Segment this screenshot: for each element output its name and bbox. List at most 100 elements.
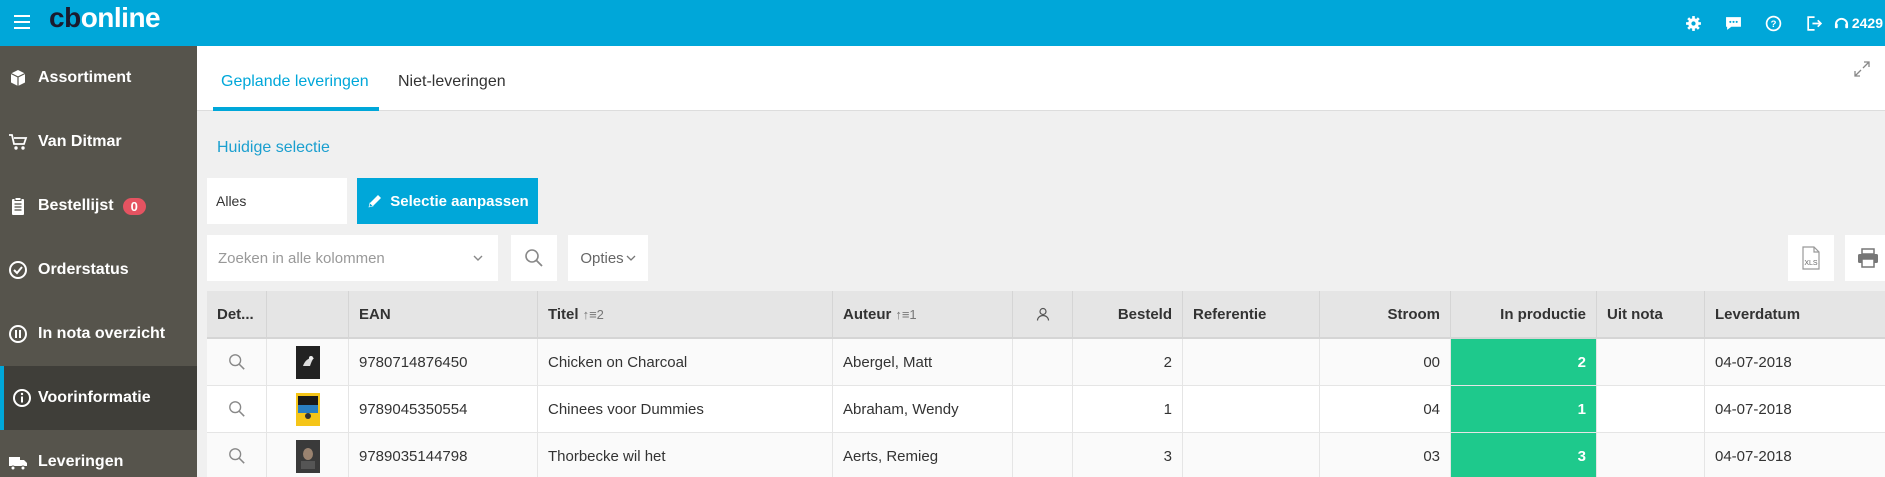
- column-header-details[interactable]: Det...: [207, 291, 267, 337]
- cart-icon: [8, 132, 28, 152]
- order-count-badge: 0: [122, 197, 146, 215]
- sidebar-item-label: Leveringen: [38, 453, 124, 470]
- column-header-cover: [267, 291, 349, 337]
- column-header-titel[interactable]: Titel ↑≡2: [538, 291, 833, 337]
- pause-circle-icon: [8, 324, 28, 344]
- print-button[interactable]: [1845, 235, 1885, 281]
- search-placeholder: Zoeken in alle kolommen: [218, 249, 385, 267]
- headset-icon: [1834, 17, 1848, 28]
- book-cover[interactable]: [295, 392, 320, 426]
- sidebar-item-label: Voorinformatie: [38, 389, 151, 406]
- edit-selection-label: Selectie aanpassen: [390, 192, 529, 210]
- tab-niet-leveringen[interactable]: Niet-leveringen: [398, 73, 506, 91]
- uit-nota-cell: [1597, 339, 1705, 385]
- sidebar-item-van-ditmar[interactable]: Van Ditmar: [0, 110, 197, 174]
- column-header-uit-nota[interactable]: Uit nota: [1597, 291, 1705, 337]
- details-cell[interactable]: [207, 386, 267, 432]
- column-label: Leverdatum: [1715, 305, 1801, 323]
- column-label: EAN: [359, 305, 391, 323]
- column-label: Besteld: [1117, 305, 1172, 323]
- person-icon: [1036, 307, 1049, 321]
- search-input[interactable]: Zoeken in alle kolommen: [207, 235, 498, 281]
- sidebar-item-bestellijst[interactable]: Bestellijst 0: [0, 174, 197, 238]
- chat-icon[interactable]: [1714, 0, 1754, 46]
- column-label: Uit nota: [1607, 305, 1663, 323]
- column-header-referentie[interactable]: Referentie: [1183, 291, 1320, 337]
- stroom-cell: 03: [1320, 433, 1451, 477]
- chevron-down-icon[interactable]: [472, 252, 484, 264]
- column-header-besteld[interactable]: Besteld: [1073, 291, 1183, 337]
- magnifier-icon[interactable]: [228, 400, 246, 418]
- export-xls-button[interactable]: XLS: [1788, 235, 1834, 281]
- referentie-cell: [1183, 386, 1320, 432]
- help-icon[interactable]: ?: [1754, 0, 1794, 46]
- column-label: Stroom: [1387, 305, 1441, 323]
- column-header-ean[interactable]: EAN: [349, 291, 538, 337]
- book-cover[interactable]: [295, 439, 320, 473]
- besteld-cell: 1: [1073, 386, 1183, 432]
- person-cell: [1013, 339, 1073, 385]
- table-body: 9780714876450 Chicken on Charcoal Aberge…: [207, 339, 1885, 477]
- uit-nota-cell: [1597, 386, 1705, 432]
- box-icon: [8, 68, 28, 88]
- table-row[interactable]: 9789045350554 Chinees voor Dummies Abrah…: [207, 386, 1885, 433]
- app-logo[interactable]: cbonline: [49, 2, 161, 34]
- logo-prefix: cb: [49, 2, 81, 33]
- magnifier-icon[interactable]: [228, 353, 246, 371]
- auteur-cell: Aerts, Remieg: [833, 433, 1013, 477]
- referentie-cell: [1183, 433, 1320, 477]
- ean-cell: 9789035144798: [349, 433, 538, 477]
- column-label: In productie: [1500, 305, 1586, 323]
- details-cell[interactable]: [207, 339, 267, 385]
- table-row[interactable]: 9789035144798 Thorbecke wil het Aerts, R…: [207, 433, 1885, 477]
- menu-icon[interactable]: [14, 15, 30, 29]
- cover-cell: [267, 386, 349, 432]
- referentie-cell: [1183, 339, 1320, 385]
- edit-selection-button[interactable]: Selectie aanpassen: [357, 178, 538, 224]
- logo-suffix: online: [80, 2, 161, 33]
- column-header-stroom[interactable]: Stroom: [1320, 291, 1451, 337]
- selection-value: Alles: [207, 178, 347, 224]
- sidebar-item-assortiment[interactable]: Assortiment: [0, 46, 197, 110]
- pencil-icon: [368, 195, 382, 208]
- tab-geplande-leveringen[interactable]: Geplande leveringen: [221, 73, 369, 91]
- column-header-auteur[interactable]: Auteur ↑≡1: [833, 291, 1013, 337]
- xls-file-icon: XLS: [1802, 246, 1820, 270]
- besteld-cell: 2: [1073, 339, 1183, 385]
- magnifier-icon[interactable]: [228, 447, 246, 465]
- sidebar: Assortiment Van Ditmar Bestellijst 0 Ord…: [0, 46, 197, 477]
- details-cell[interactable]: [207, 433, 267, 477]
- sidebar-item-orderstatus[interactable]: Orderstatus: [0, 238, 197, 302]
- expand-icon[interactable]: [1853, 60, 1871, 78]
- sidebar-item-in-nota-overzicht[interactable]: In nota overzicht: [0, 302, 197, 366]
- sidebar-item-voorinformatie[interactable]: Voorinformatie: [0, 366, 197, 430]
- stroom-cell: 00: [1320, 339, 1451, 385]
- sidebar-item-label: Assortiment: [38, 69, 132, 86]
- book-cover[interactable]: [295, 345, 320, 379]
- top-icons: ? 2429: [1674, 0, 1885, 46]
- table-row[interactable]: 9780714876450 Chicken on Charcoal Aberge…: [207, 339, 1885, 386]
- search-button[interactable]: [511, 235, 557, 281]
- search-icon: [525, 249, 543, 267]
- section-title: Huidige selectie: [217, 139, 330, 156]
- uit-nota-cell: [1597, 433, 1705, 477]
- sort-indicator: ↑≡2: [582, 306, 604, 322]
- column-header-leverdatum[interactable]: Leverdatum: [1705, 291, 1885, 337]
- cover-cell: [267, 433, 349, 477]
- info-circle-icon: [12, 388, 32, 408]
- column-header-person[interactable]: [1013, 291, 1073, 337]
- options-button[interactable]: Opties: [568, 235, 648, 281]
- gear-icon[interactable]: [1674, 0, 1714, 46]
- sidebar-item-label: Orderstatus: [38, 261, 129, 278]
- tab-bar: Geplande leveringen Niet-leveringen: [197, 46, 1885, 111]
- logout-icon[interactable]: [1794, 0, 1834, 46]
- truck-icon: [8, 452, 28, 472]
- column-label: Auteur: [843, 305, 892, 323]
- ean-cell: 9780714876450: [349, 339, 538, 385]
- sidebar-item-leveringen[interactable]: Leveringen: [0, 430, 197, 477]
- cover-cell: [267, 339, 349, 385]
- titel-cell: Thorbecke wil het: [538, 433, 833, 477]
- column-header-in-productie[interactable]: In productie: [1451, 291, 1597, 337]
- column-label: Titel: [548, 305, 579, 323]
- support-phone[interactable]: 2429: [1834, 15, 1885, 31]
